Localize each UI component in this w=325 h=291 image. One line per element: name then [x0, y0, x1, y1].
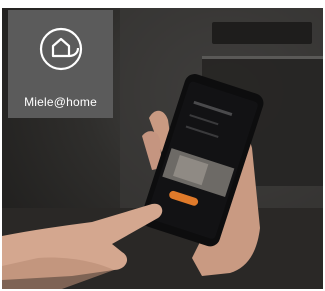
- badge-label: Miele@home: [24, 95, 97, 109]
- home-at-icon: [39, 27, 83, 71]
- oven-display: [212, 22, 312, 44]
- miele-home-badge: Miele@home: [8, 10, 113, 118]
- oven-handle: [202, 56, 323, 59]
